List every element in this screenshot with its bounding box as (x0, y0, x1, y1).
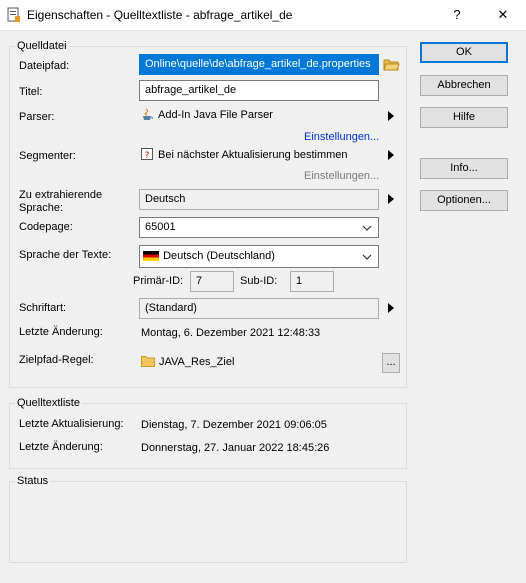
text-language-value: Deutsch (Deutschland) (163, 250, 275, 262)
parser-label: Parser: (19, 111, 55, 123)
target-rule-label: Zielpfad-Regel: (19, 354, 94, 366)
question-icon: ? (141, 148, 153, 161)
options-button[interactable]: Optionen... (420, 190, 508, 211)
path-label: Dateipfad: (19, 60, 70, 72)
font-label: Schriftart: (19, 302, 67, 314)
close-button[interactable]: ✕ (480, 0, 526, 30)
folder-icon (141, 355, 155, 367)
source-list-group (9, 403, 407, 469)
extract-language-label-1: Zu extrahierende (19, 189, 103, 201)
help-button[interactable]: Hilfe (420, 107, 508, 128)
title-input[interactable]: abfrage_artikel_de (139, 80, 379, 101)
java-icon (141, 108, 153, 122)
german-flag-icon (143, 251, 159, 262)
status-group (9, 481, 407, 563)
sub-id-field[interactable]: 1 (290, 271, 334, 292)
title-label: Titel: (19, 86, 43, 98)
parser-value: Add-In Java File Parser (158, 109, 273, 121)
last-change-value: Montag, 6. Dezember 2021 12:48:33 (141, 327, 321, 339)
chevron-down-icon (362, 225, 372, 231)
sub-id-label: Sub-ID: (240, 275, 278, 287)
list-last-change-label: Letzte Änderung: (19, 441, 103, 453)
parser-settings-link[interactable]: Einstellungen... (304, 131, 379, 143)
codepage-select[interactable]: 65001 (139, 217, 379, 238)
chevron-down-icon (362, 254, 372, 260)
extract-language-label-2: Sprache: (19, 202, 64, 214)
window-title: Eigenschaften - Quelltextliste - abfrage… (27, 8, 293, 22)
last-change-label: Letzte Änderung: (19, 326, 103, 338)
path-input[interactable]: Online\quelle\de\abfrage_artikel_de.prop… (139, 54, 379, 75)
svg-text:?: ? (145, 151, 150, 160)
target-rule-value: JAVA_Res_Ziel (159, 356, 235, 368)
text-language-select[interactable]: Deutsch (Deutschland) (139, 245, 379, 268)
extract-language-arrow-icon[interactable] (388, 194, 394, 204)
parser-menu-arrow-icon[interactable] (388, 111, 394, 121)
codepage-value: 65001 (145, 221, 176, 233)
source-list-group-title: Quelltextliste (15, 397, 82, 409)
font-menu-arrow-icon[interactable] (388, 303, 394, 313)
status-group-title: Status (15, 475, 51, 487)
last-update-value: Dienstag, 7. Dezember 2021 09:06:05 (141, 419, 327, 431)
folder-open-icon[interactable] (383, 57, 400, 71)
document-app-icon (7, 7, 21, 23)
font-field[interactable]: (Standard) (139, 298, 379, 319)
segmenter-label: Segmenter: (19, 150, 76, 162)
help-title-button[interactable]: ? (434, 0, 480, 30)
cancel-button[interactable]: Abbrechen (420, 75, 508, 96)
text-language-label: Sprache der Texte: (19, 249, 112, 261)
ok-button[interactable]: OK (420, 42, 508, 63)
extract-language-field[interactable]: Deutsch (139, 189, 379, 210)
primary-id-label: Primär-ID: (133, 275, 184, 287)
segmenter-menu-arrow-icon[interactable] (388, 150, 394, 160)
segmenter-settings-link: Einstellungen... (304, 170, 380, 182)
target-rule-browse-button[interactable]: ... (382, 353, 400, 373)
last-update-label: Letzte Aktualisierung: (19, 418, 124, 430)
primary-id-field[interactable]: 7 (190, 271, 234, 292)
list-last-change-value: Donnerstag, 27. Januar 2022 18:45:26 (141, 442, 330, 454)
segmenter-value: Bei nächster Aktualisierung bestimmen (158, 149, 348, 161)
source-file-group-title: Quelldatei (15, 40, 69, 52)
info-button[interactable]: Info... (420, 158, 508, 179)
codepage-label: Codepage: (19, 221, 73, 233)
title-bar: Eigenschaften - Quelltextliste - abfrage… (0, 0, 526, 31)
